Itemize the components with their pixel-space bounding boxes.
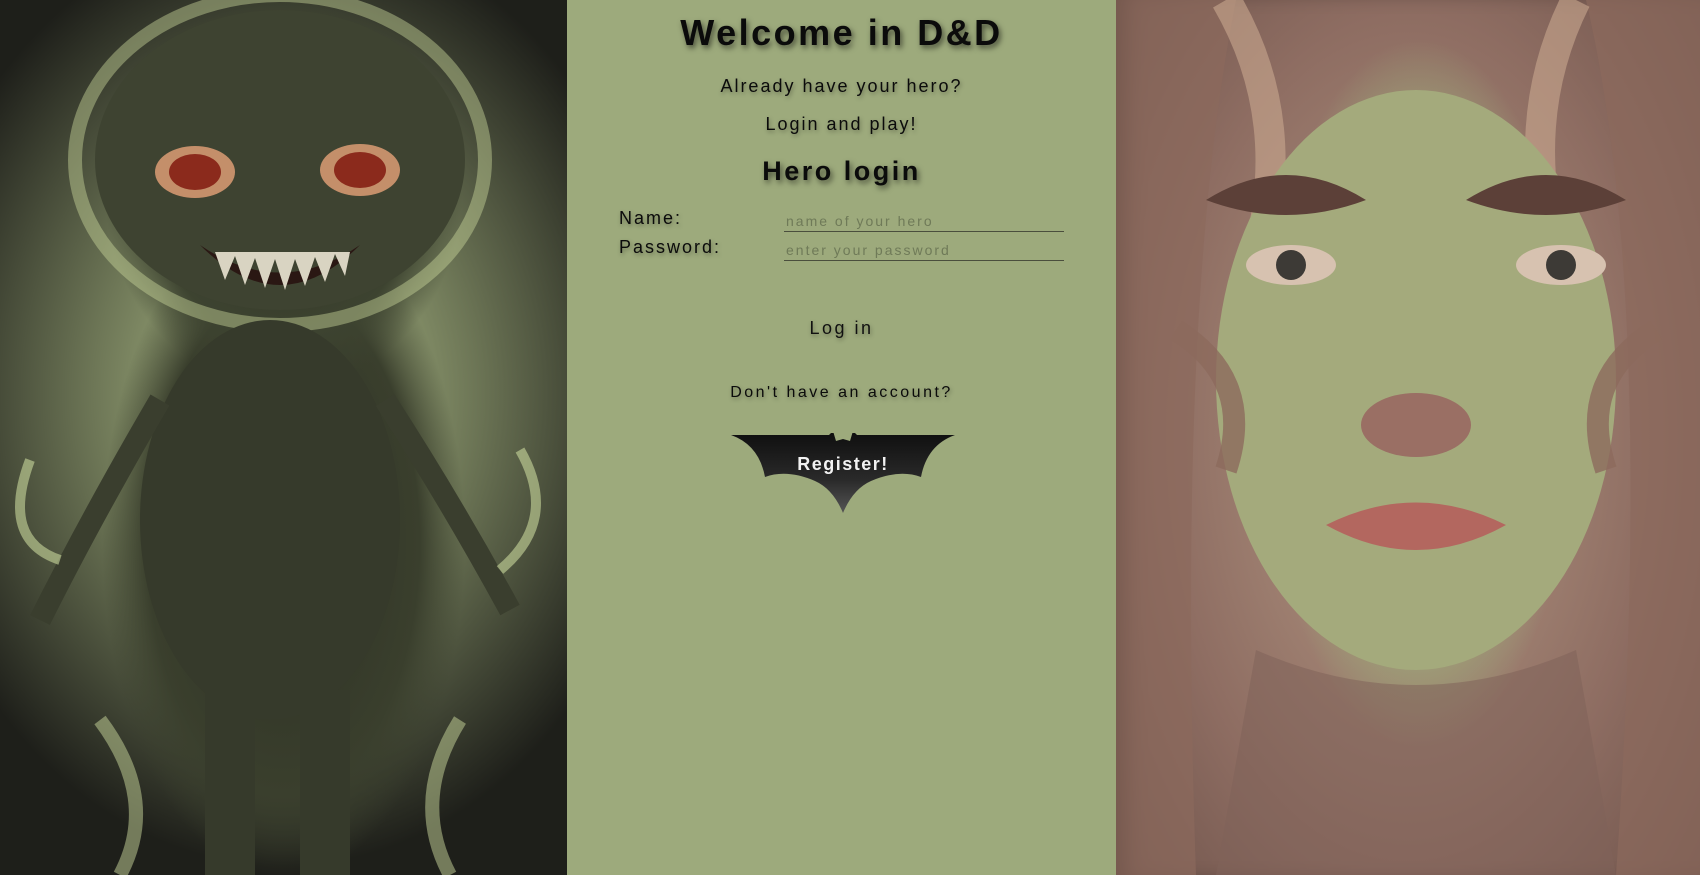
- woman-portrait-illustration: [1116, 0, 1700, 875]
- password-row: Password:: [619, 237, 1069, 263]
- monster-illustration: [0, 0, 567, 875]
- subtitle-login-and-play: Login and play!: [765, 114, 918, 134]
- subtitle-already-have-hero: Already have your hero?: [720, 76, 963, 96]
- name-label: Name:: [619, 208, 683, 228]
- register-button[interactable]: Register!: [731, 433, 955, 515]
- page-title: Welcome in D&D: [680, 12, 1003, 53]
- register-button-label: Register!: [797, 454, 889, 474]
- name-row: Name:: [619, 208, 1069, 234]
- password-input[interactable]: [784, 239, 1064, 261]
- login-form-heading: Hero login: [762, 156, 921, 186]
- login-panel: Welcome in D&D Already have your hero? L…: [567, 0, 1116, 875]
- name-input[interactable]: [784, 210, 1064, 232]
- login-button[interactable]: Log in: [782, 318, 902, 339]
- password-label: Password:: [619, 237, 722, 257]
- no-account-text: Don't have an account?: [730, 384, 953, 401]
